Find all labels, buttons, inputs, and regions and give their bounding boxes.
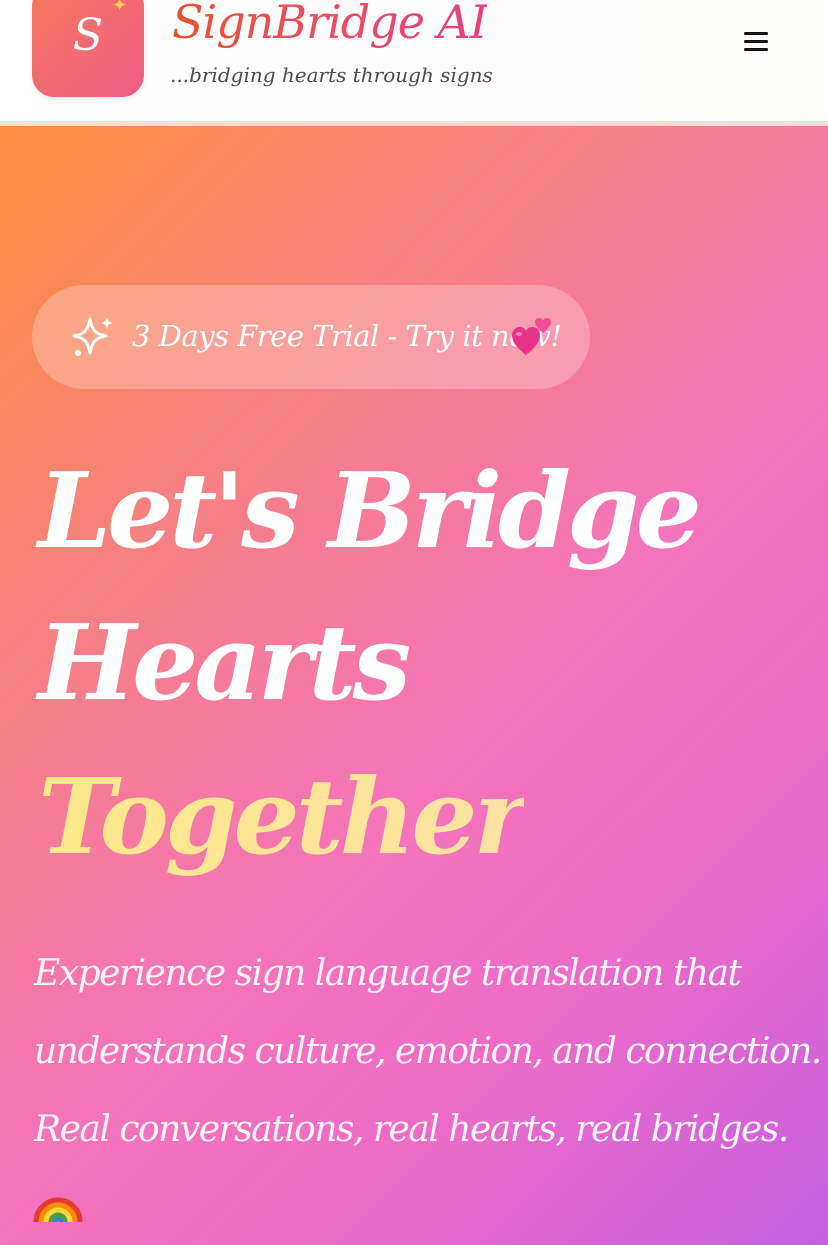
headline-line-2: Hearts bbox=[38, 601, 411, 724]
sparkle-icon bbox=[72, 317, 113, 356]
headline-line-1: Let's Bridge bbox=[38, 449, 702, 572]
site-header: S ✦ SignBridge AI ...bridging hearts thr… bbox=[0, 0, 828, 121]
brand-name[interactable]: SignBridge AI bbox=[172, 0, 488, 52]
free-trial-text: 3 Days Free Trial - Try it now! bbox=[132, 319, 562, 353]
logo-sparkle-icon: ✦ bbox=[112, 0, 128, 16]
headline-line-3: Together bbox=[38, 752, 528, 882]
hero-subtext-line-1: Experience sign language translation tha… bbox=[34, 953, 742, 994]
rainbow-icon bbox=[33, 1197, 83, 1223]
two-hearts-icon bbox=[512, 318, 551, 355]
hero-section: 3 Days Free Trial - Try it now! Let's Br… bbox=[0, 126, 828, 1245]
hero-subtext-line-2: understands culture, emotion, and connec… bbox=[34, 1031, 822, 1072]
hamburger-menu-icon[interactable] bbox=[736, 24, 776, 60]
brand-tagline: ...bridging hearts through signs bbox=[170, 63, 493, 87]
free-trial-badge[interactable]: 3 Days Free Trial - Try it now! bbox=[32, 285, 590, 389]
hero-subtext-line-3: Real conversations, real hearts, real br… bbox=[34, 1109, 789, 1150]
